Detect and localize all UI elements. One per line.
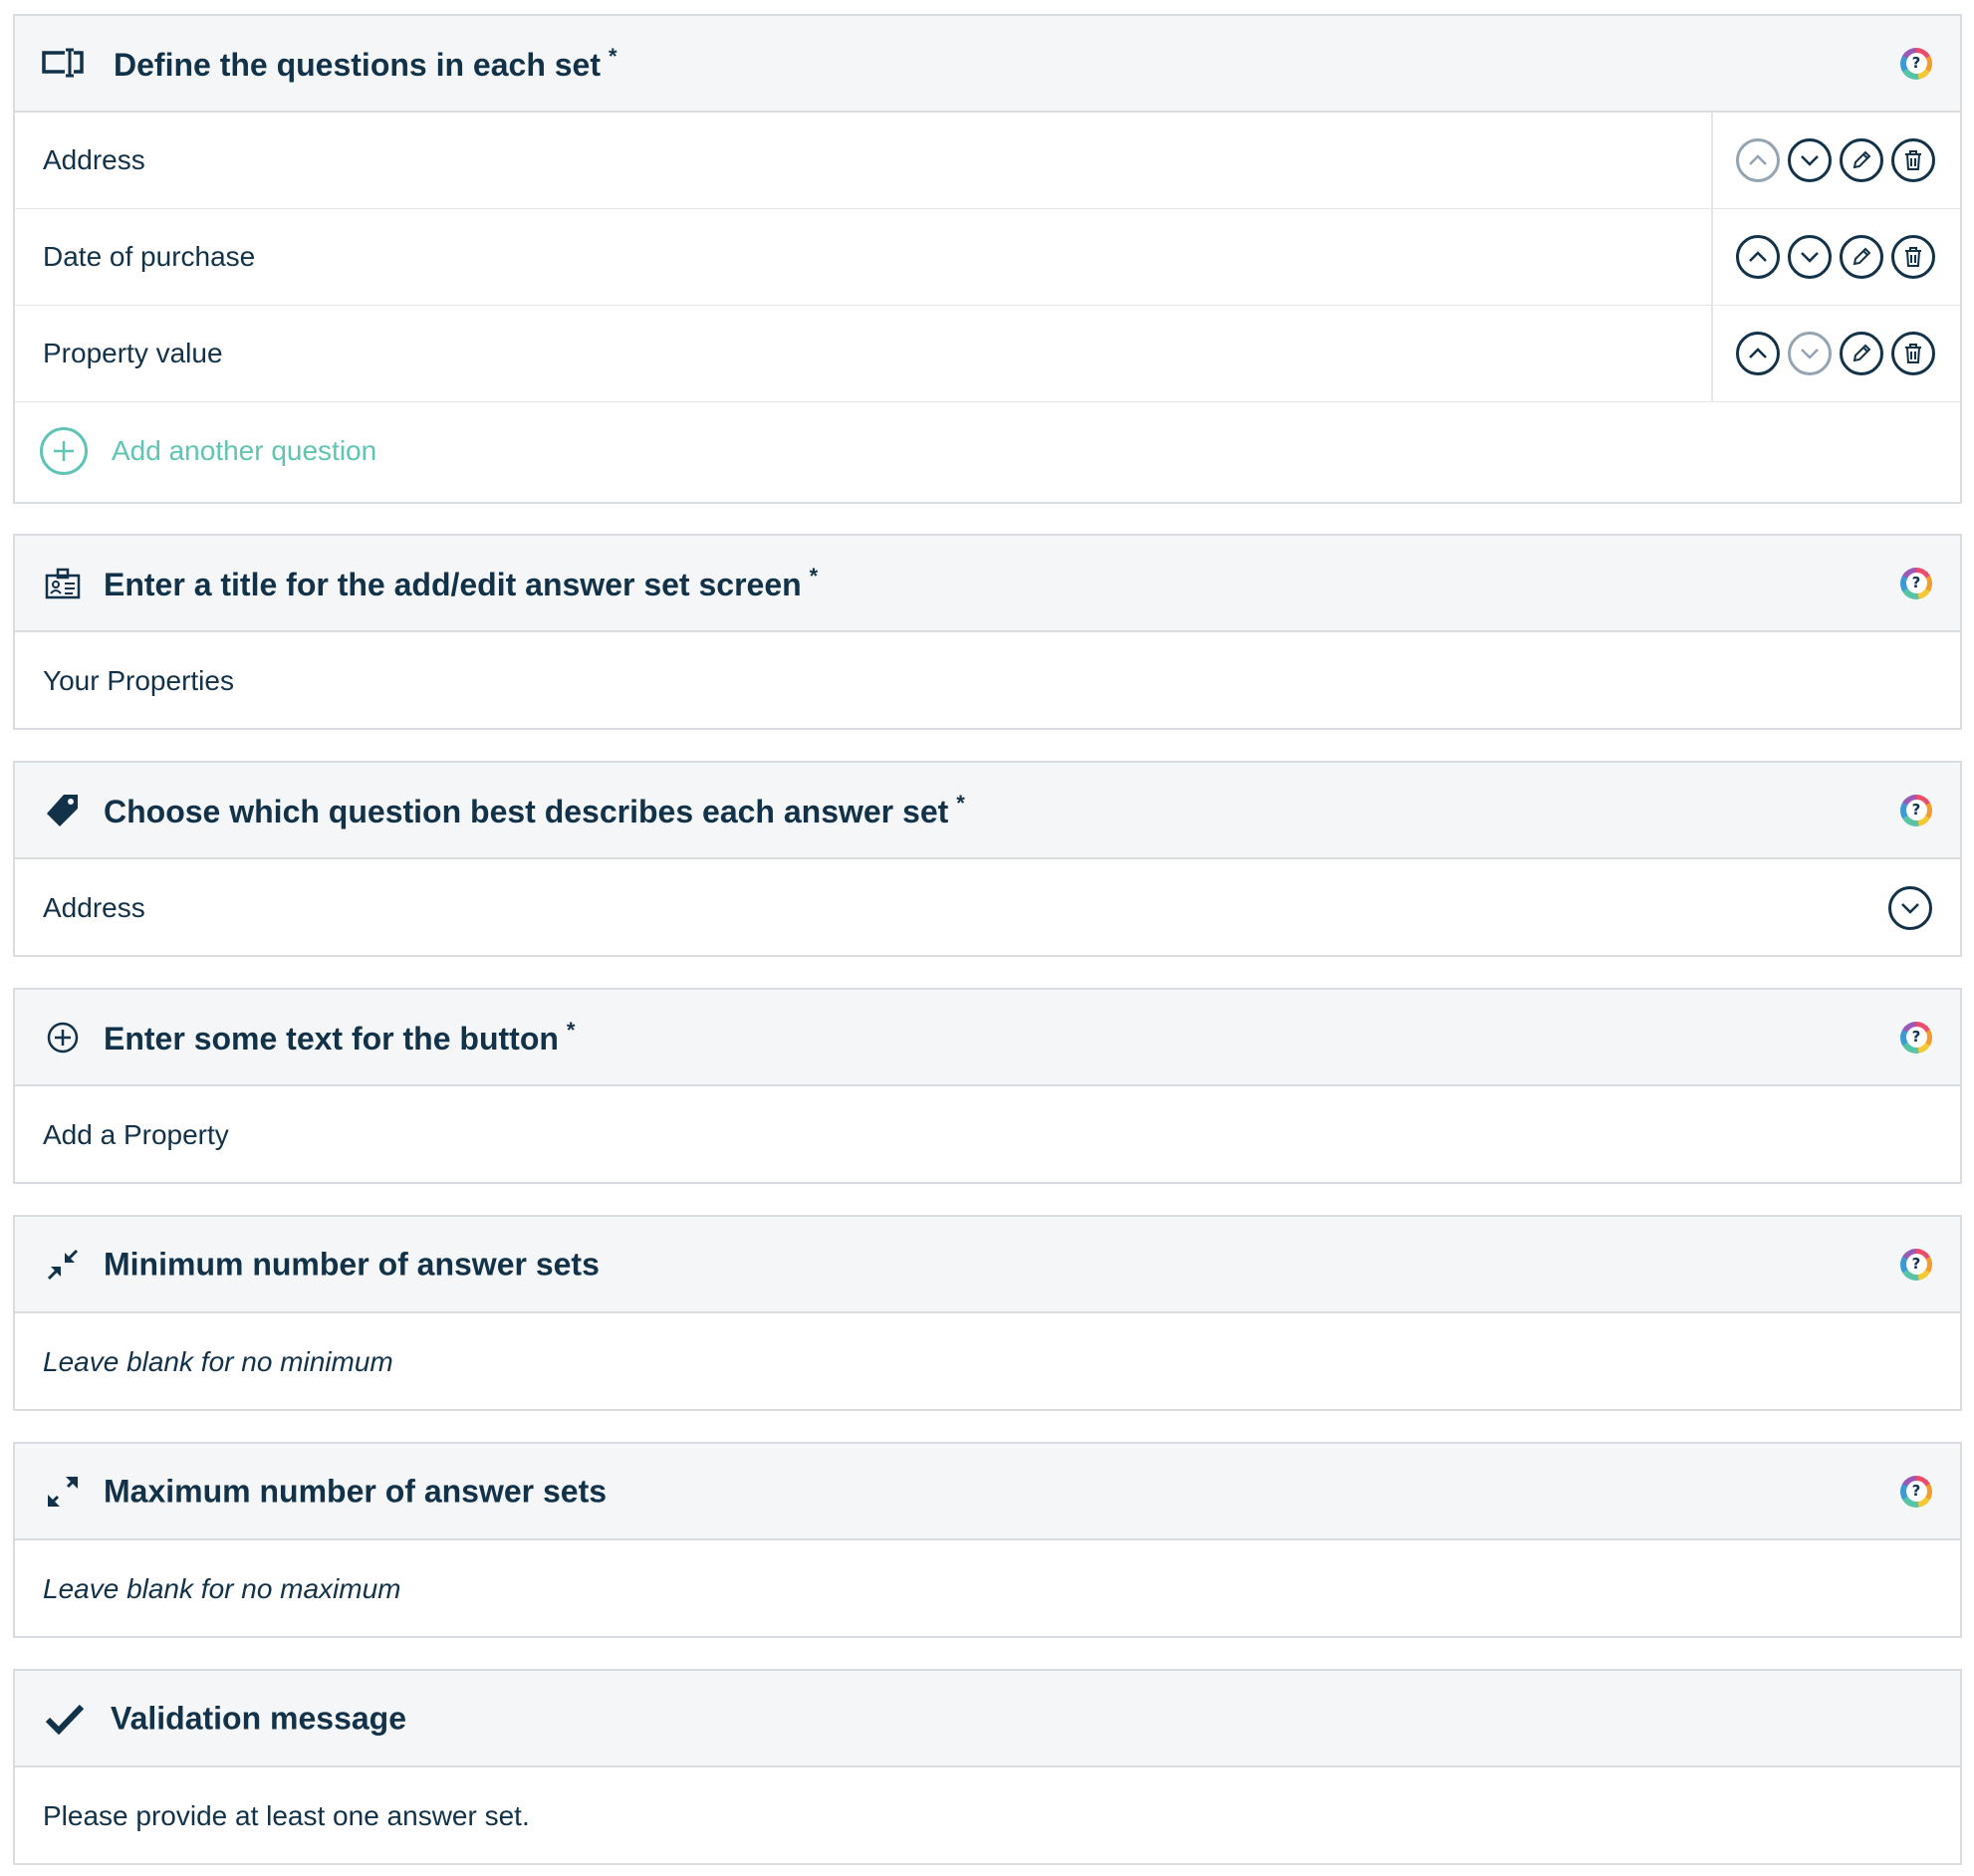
describe-panel-header: Choose which question best describes eac…	[15, 763, 1960, 859]
screen-title-value: Your Properties	[43, 664, 234, 696]
title-panel: Enter a title for the add/edit answer se…	[13, 534, 1962, 730]
validation-panel: Validation message Please provide at lea…	[13, 1669, 1962, 1865]
validation-message-input[interactable]: Please provide at least one answer set.	[15, 1767, 1960, 1864]
chevron-down-icon[interactable]	[1888, 885, 1932, 930]
question-label: Address	[43, 144, 145, 175]
move-down-button[interactable]	[1788, 332, 1832, 375]
move-up-button[interactable]	[1736, 235, 1780, 279]
questions-panel: Define the questions in each set * ? Addr…	[13, 14, 1962, 504]
id-card-icon	[41, 562, 85, 605]
minimum-panel-title: Minimum number of answer sets	[104, 1246, 600, 1282]
maximum-panel-title: Maximum number of answer sets	[104, 1473, 608, 1509]
tag-icon	[41, 789, 85, 832]
maximum-panel: Maximum number of answer sets ? Leave bl…	[13, 1442, 1962, 1638]
delete-button[interactable]	[1891, 332, 1935, 375]
questions-panel-title: Define the questions in each set *	[114, 43, 617, 83]
move-up-button[interactable]	[1736, 138, 1780, 182]
describing-question-select[interactable]: Address	[15, 859, 1960, 956]
question-row: Date of purchase	[15, 209, 1960, 306]
expand-icon	[41, 1470, 85, 1514]
title-panel-header: Enter a title for the add/edit answer se…	[15, 536, 1960, 632]
question-actions	[1711, 306, 1960, 401]
compress-icon	[41, 1243, 85, 1287]
describe-panel: Choose which question best describes eac…	[13, 761, 1962, 957]
plus-circle-icon	[40, 426, 88, 475]
title-panel-title: Enter a title for the add/edit answer se…	[104, 563, 819, 602]
question-row: Property value	[15, 306, 1960, 402]
help-icon[interactable]: ?	[1900, 1021, 1932, 1054]
checkmark-icon	[43, 1697, 87, 1741]
button-text-panel: Enter some text for the button * ? Add a …	[13, 988, 1962, 1184]
screen-title-input[interactable]: Your Properties	[15, 632, 1960, 729]
button-text-panel-title: Enter some text for the button *	[104, 1017, 576, 1056]
help-icon[interactable]: ?	[1900, 794, 1932, 826]
maximum-panel-header: Maximum number of answer sets ?	[15, 1444, 1960, 1540]
help-icon[interactable]: ?	[1900, 1475, 1932, 1508]
delete-button[interactable]	[1891, 138, 1935, 182]
edit-button[interactable]	[1840, 332, 1883, 375]
move-up-button[interactable]	[1736, 332, 1780, 375]
button-text-panel-header: Enter some text for the button * ?	[15, 990, 1960, 1086]
question-actions	[1711, 113, 1960, 208]
add-question-button[interactable]: Add another question	[15, 402, 1960, 499]
edit-button[interactable]	[1840, 235, 1883, 279]
button-text-input[interactable]: Add a Property	[15, 1086, 1960, 1183]
minimum-panel-header: Minimum number of answer sets ?	[15, 1217, 1960, 1313]
question-actions	[1711, 209, 1960, 305]
question-label: Property value	[43, 338, 223, 368]
validation-panel-title: Validation message	[111, 1700, 407, 1736]
minimum-placeholder: Leave blank for no minimum	[43, 1345, 393, 1377]
question-set-settings-page: Define the questions in each set * ? Addr…	[0, 0, 1974, 1876]
minimum-input[interactable]: Leave blank for no minimum	[15, 1313, 1960, 1410]
help-icon[interactable]: ?	[1900, 567, 1932, 599]
help-icon[interactable]: ?	[1900, 1248, 1932, 1281]
minimum-panel: Minimum number of answer sets ? Leave bl…	[13, 1215, 1962, 1411]
questions-panel-header: Define the questions in each set * ?	[15, 16, 1960, 113]
move-down-button[interactable]	[1788, 138, 1832, 182]
validation-message-value: Please provide at least one answer set.	[43, 1799, 530, 1831]
edit-button[interactable]	[1840, 138, 1883, 182]
plus-circle-icon	[41, 1016, 85, 1059]
delete-button[interactable]	[1891, 235, 1935, 279]
question-label: Date of purchase	[43, 241, 256, 272]
question-row: Address	[15, 113, 1960, 209]
help-icon[interactable]: ?	[1900, 47, 1932, 80]
input-field-icon	[41, 42, 85, 86]
add-question-label: Add another question	[112, 434, 377, 466]
validation-panel-header: Validation message	[15, 1671, 1960, 1767]
button-text-value: Add a Property	[43, 1118, 229, 1150]
selected-question: Address	[43, 891, 145, 923]
describe-panel-title: Choose which question best describes eac…	[104, 790, 965, 829]
move-down-button[interactable]	[1788, 235, 1832, 279]
maximum-placeholder: Leave blank for no maximum	[43, 1572, 401, 1604]
maximum-input[interactable]: Leave blank for no maximum	[15, 1540, 1960, 1637]
